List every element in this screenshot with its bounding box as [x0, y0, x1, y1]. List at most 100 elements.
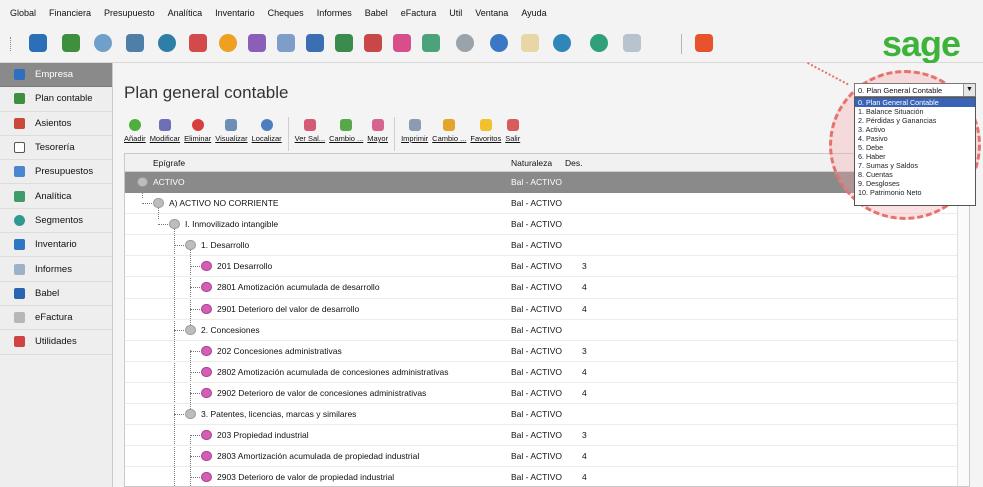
- sidebar-item-empresa[interactable]: Empresa: [0, 63, 112, 88]
- sidebar-item-tesoreria[interactable]: Tesorería: [0, 136, 112, 161]
- table-row[interactable]: 2803 Amortización acumulada de propiedad…: [125, 446, 969, 468]
- chart-icon[interactable]: [364, 34, 382, 52]
- menu-presupuesto[interactable]: Presupuesto: [104, 8, 155, 18]
- sidebar-item-inventario[interactable]: Inventario: [0, 233, 112, 258]
- exit-icon[interactable]: [695, 34, 713, 52]
- table-row[interactable]: I. Inmovilizado intangible Bal - ACTIVO: [125, 214, 969, 236]
- dropdown-option[interactable]: 0. Plan General Contable: [855, 98, 975, 107]
- table-row[interactable]: 2801 Amotización acumulada de desarrollo…: [125, 277, 969, 299]
- sidebar-item-analitica[interactable]: Analítica: [0, 184, 112, 209]
- menu-ventana[interactable]: Ventana: [475, 8, 508, 18]
- table-row[interactable]: 202 Concesiones administrativas Bal - AC…: [125, 341, 969, 362]
- menu-informes[interactable]: Informes: [317, 8, 352, 18]
- tree-line: [158, 224, 168, 226]
- icon-toolbar: [0, 25, 983, 63]
- table-row[interactable]: 2802 Amotización acumulada de concesione…: [125, 362, 969, 383]
- sidebar-item-label: Analítica: [35, 190, 72, 202]
- help-icon[interactable]: [553, 34, 571, 52]
- plan-selector[interactable]: 0. Plan General Contable ▼: [854, 83, 976, 97]
- menu-financiera[interactable]: Financiera: [49, 8, 91, 18]
- toolbar-separator: [394, 117, 396, 151]
- table-row[interactable]: 2902 Deterioro de valor de concesiones a…: [125, 383, 969, 405]
- column-header-epigrafe[interactable]: Epígrafe: [153, 158, 185, 168]
- column-header-naturaleza[interactable]: Naturaleza: [511, 158, 552, 168]
- sidebar-item-utilidades[interactable]: Utilidades: [0, 330, 112, 355]
- change-view-label: Cambio ...: [432, 134, 467, 143]
- menu-inventario[interactable]: Inventario: [215, 8, 255, 18]
- puzzle-icon[interactable]: [393, 34, 411, 52]
- change-view-button[interactable]: Cambio ...: [432, 113, 466, 155]
- table-row[interactable]: 2903 Deterioro de valor de propiedad ind…: [125, 467, 969, 486]
- calendar-date-icon[interactable]: [521, 34, 539, 52]
- web-icon[interactable]: [590, 34, 608, 52]
- table-row[interactable]: ACTIVO Bal - ACTIVO: [125, 172, 969, 194]
- table-row[interactable]: A) ACTIVO NO CORRIENTE Bal - ACTIVO: [125, 193, 969, 215]
- change-button[interactable]: Cambio ...: [329, 113, 363, 155]
- add-button[interactable]: Añadir: [124, 113, 146, 155]
- menu-cheques[interactable]: Cheques: [268, 8, 304, 18]
- dropdown-option[interactable]: 10. Patrimonio Neto: [855, 188, 975, 197]
- sidebar-item-plan-contable[interactable]: Plan contable: [0, 87, 112, 112]
- calendar-icon[interactable]: [126, 34, 144, 52]
- table-row[interactable]: 2. Concesiones Bal - ACTIVO: [125, 320, 969, 341]
- table-row[interactable]: 201 Desarrollo Bal - ACTIVO 3: [125, 256, 969, 278]
- dropdown-option[interactable]: 8. Cuentas: [855, 170, 975, 179]
- print-button[interactable]: Imprimir: [401, 113, 428, 155]
- books-icon: [14, 117, 25, 129]
- sidebar-item-segmentos[interactable]: Segmentos: [0, 209, 112, 234]
- table-row[interactable]: 1. Desarrollo Bal - ACTIVO: [125, 235, 969, 257]
- keyboard-icon[interactable]: [623, 34, 641, 52]
- locate-button[interactable]: Localizar: [252, 113, 282, 155]
- row-level: 4: [582, 451, 587, 462]
- exit-button[interactable]: Salir: [505, 113, 520, 155]
- puzzle-green-icon[interactable]: [422, 34, 440, 52]
- chain-icon[interactable]: [189, 34, 207, 52]
- sidebar-item-informes[interactable]: Informes: [0, 257, 112, 282]
- sidebar-item-asientos[interactable]: Asientos: [0, 112, 112, 136]
- menu-global[interactable]: Global: [10, 8, 36, 18]
- dropdown-option[interactable]: 5. Debe: [855, 143, 975, 152]
- row-level: 4: [582, 282, 587, 293]
- delete-button[interactable]: Eliminar: [184, 113, 211, 155]
- menu-analitica[interactable]: Analítica: [168, 8, 203, 18]
- view-button[interactable]: Visualizar: [215, 113, 248, 155]
- treasury-icon[interactable]: [158, 34, 176, 52]
- user-search-icon[interactable]: [490, 34, 508, 52]
- menu-babel[interactable]: Babel: [365, 8, 388, 18]
- dropdown-option[interactable]: 9. Desgloses: [855, 179, 975, 188]
- globe-icon[interactable]: [456, 34, 474, 52]
- company-icon[interactable]: [29, 34, 47, 52]
- dropdown-option[interactable]: 7. Sumas y Saldos: [855, 161, 975, 170]
- search-icon[interactable]: [94, 34, 112, 52]
- menu-efactura[interactable]: eFactura: [401, 8, 437, 18]
- table-row[interactable]: 3. Patentes, licencias, marcas y similar…: [125, 404, 969, 426]
- dropdown-option[interactable]: 1. Balance Situación: [855, 107, 975, 116]
- analytics-icon[interactable]: [277, 34, 295, 52]
- favorites-button[interactable]: Favoritos: [470, 113, 501, 155]
- balances-button[interactable]: Ver Sal...: [295, 113, 325, 155]
- sidebar-item-babel[interactable]: Babel: [0, 282, 112, 306]
- edit-button[interactable]: Modificar: [150, 113, 180, 155]
- menu-ayuda[interactable]: Ayuda: [521, 8, 546, 18]
- sage-logo: sage: [882, 23, 961, 64]
- dropdown-option[interactable]: 4. Pasivo: [855, 134, 975, 143]
- column-header-des[interactable]: Des.: [565, 158, 582, 168]
- chevron-down-icon[interactable]: ▼: [963, 84, 975, 96]
- sidebar-item-efactura[interactable]: eFactura: [0, 306, 112, 331]
- check-icon[interactable]: [219, 34, 237, 52]
- dropdown-option[interactable]: 3. Activo: [855, 125, 975, 134]
- accounts-icon[interactable]: [62, 34, 80, 52]
- budget-icon[interactable]: [248, 34, 266, 52]
- ledger-label: Mayor: [367, 134, 389, 143]
- dropdown-option[interactable]: 6. Haber: [855, 152, 975, 161]
- table-row[interactable]: 2901 Deterioro del valor de desarrollo B…: [125, 299, 969, 320]
- flag-blue-icon[interactable]: [306, 34, 324, 52]
- accounts-tree-table: Epígrafe Naturaleza Des. ACTIVO Bal - AC…: [124, 153, 970, 487]
- sidebar-item-presupuestos[interactable]: Presupuestos: [0, 160, 112, 185]
- ledger-button[interactable]: Mayor: [367, 113, 388, 155]
- dropdown-option[interactable]: 2. Pérdidas y Ganancias: [855, 116, 975, 125]
- table-row[interactable]: 203 Propiedad industrial Bal - ACTIVO 3: [125, 425, 969, 447]
- menu-util[interactable]: Util: [449, 8, 462, 18]
- flag-green-icon[interactable]: [335, 34, 353, 52]
- toolbar-grip[interactable]: [10, 37, 13, 51]
